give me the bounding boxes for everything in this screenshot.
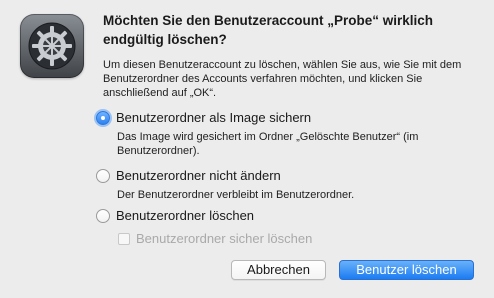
option-description: Das Image wird gesichert im Ordner „Gelö… [117,131,419,157]
cancel-button[interactable]: Abbrechen [231,260,326,280]
dialog-message: Um diesen Benutzeraccount zu löschen, wä… [103,59,462,99]
dialog-title: Möchten Sie den Benutzeraccount „Probe“ … [103,13,434,47]
radio-keep-folder[interactable] [96,168,110,183]
option-save-as-image[interactable]: Benutzerordner als Image sichern [96,110,311,125]
option-label: Benutzerordner löschen [116,208,255,223]
radio-save-as-image[interactable] [96,110,110,125]
option-keep-folder[interactable]: Benutzerordner nicht ändern [96,168,281,183]
option-label: Benutzerordner als Image sichern [116,110,312,125]
radio-delete-folder[interactable] [96,208,110,223]
delete-user-dialog: Möchten Sie den Benutzeraccount „Probe“ … [0,0,494,298]
option-description: Der Benutzerordner verbleibt im Benutzer… [117,189,355,201]
gear-icon [28,22,76,70]
system-preferences-gear-icon [20,14,84,78]
secure-delete-label: Benutzerordner sicher löschen [136,231,313,246]
delete-user-button[interactable]: Benutzer löschen [339,260,474,280]
option-label: Benutzerordner nicht ändern [116,168,281,183]
secure-delete-checkbox[interactable] [118,232,130,245]
option-delete-folder[interactable]: Benutzerordner löschen [96,208,254,223]
secure-delete-checkbox-row[interactable]: Benutzerordner sicher löschen [118,231,312,246]
